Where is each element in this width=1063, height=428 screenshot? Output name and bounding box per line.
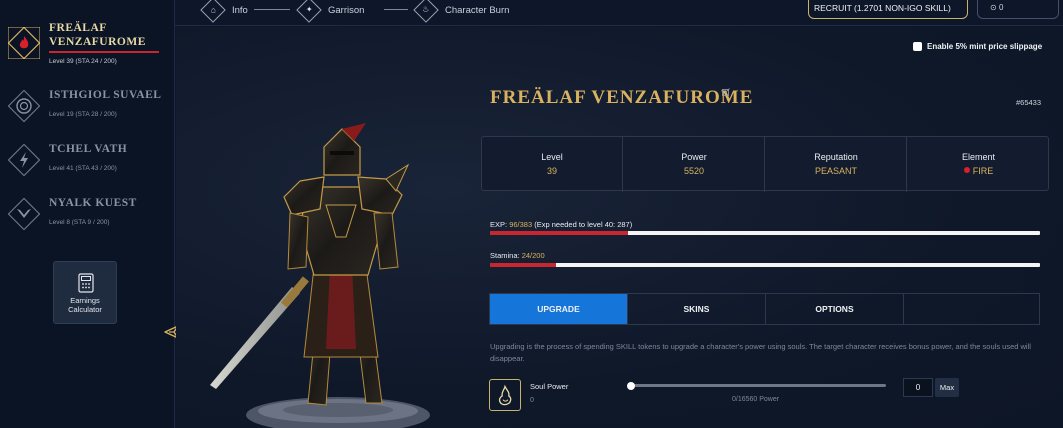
soul-quantity-input[interactable]: [903, 378, 933, 397]
calculator-label-line1: Earnings: [70, 296, 100, 305]
fire-emblem-icon: [8, 27, 40, 59]
exp-bar: [490, 231, 1040, 235]
flame-icon: ♨: [413, 0, 439, 23]
nav-divider: [384, 9, 408, 10]
stamina-bar-fill: [490, 263, 556, 267]
character-name-line1: FREÄLAF: [49, 22, 107, 34]
earnings-calculator-button[interactable]: Earnings Calculator: [53, 261, 117, 324]
stat-value: 5520: [683, 166, 705, 176]
slippage-label: Enable 5% mint price slippage: [927, 42, 1043, 51]
soul-power-label: Soul Power: [530, 382, 569, 391]
crosshair-icon: ✦: [296, 0, 322, 23]
slippage-checkbox[interactable]: [913, 42, 922, 51]
water-emblem-icon: [8, 90, 40, 122]
nav-character-burn-label: Character Burn: [445, 4, 510, 16]
character-level-text: Level 8 (STA 9 / 200): [49, 219, 110, 226]
slippage-toggle[interactable]: Enable 5% mint price slippage: [913, 42, 1042, 51]
stat-reputation: Reputation PEASANT: [766, 137, 907, 192]
active-underline: [49, 51, 159, 53]
sidebar-character-fiealaf[interactable]: FREÄLAF VENZAFUROME Level 39 (STA 24 / 2…: [0, 17, 175, 73]
exp-bar-fill: [490, 231, 628, 235]
character-id: #65433: [1016, 98, 1042, 107]
tab-empty[interactable]: [904, 294, 1042, 324]
stat-value: PEASANT: [814, 166, 857, 176]
nav-character-burn[interactable]: ♨ Character Burn: [413, 0, 510, 23]
soul-icon: [489, 379, 521, 411]
stat-element: Element FIRE: [908, 137, 1049, 192]
character-name: NYALK KUEST: [49, 197, 137, 209]
stat-value-element: FIRE: [908, 166, 1049, 176]
stat-power: Power 5520: [624, 137, 765, 192]
sidebar-character-name: FREÄLAF VENZAFUROME: [49, 21, 146, 49]
knight-character-illustration: [210, 123, 430, 428]
exp-label: EXP: 96/383 (Exp needed to level 40: 287…: [490, 220, 632, 229]
stamina-label: Stamina: 24/200: [490, 251, 545, 260]
character-tabs: UPGRADE SKINS OPTIONS: [489, 293, 1040, 325]
fire-element-icon: [963, 167, 970, 173]
character-level-text: Level 41 (STA 43 / 200): [49, 165, 117, 172]
stat-value: FIRE: [972, 166, 994, 176]
character-stats-panel: Level 39 Power 5520 Reputation PEASANT E…: [481, 136, 1049, 192]
wallet-value: 0: [998, 3, 1004, 12]
character-level-text: Level 19 (STA 28 / 200): [49, 111, 117, 118]
sidebar-character-nyalk[interactable]: NYALK KUEST Level 8 (STA 9 / 200): [0, 192, 175, 248]
stat-value: 39: [546, 166, 557, 176]
slider-handle[interactable]: [627, 381, 635, 390]
tab-skins[interactable]: SKINS: [628, 294, 766, 324]
calculator-label-line2: Calculator: [68, 305, 102, 314]
tab-options[interactable]: OPTIONS: [766, 294, 904, 324]
stamina-bar: [490, 263, 1040, 267]
exp-note: (Exp needed to level 40: 287): [534, 220, 633, 229]
stat-label: Level: [541, 152, 563, 162]
stat-label: Power: [681, 152, 707, 162]
nav-garrison-label: Garrison: [328, 4, 365, 16]
stamina-value: 24/200: [521, 251, 545, 260]
wallet-icon: ⊙: [990, 3, 999, 12]
tab-upgrade[interactable]: UPGRADE: [490, 294, 628, 324]
nav-info-label: Info: [232, 4, 248, 16]
stat-level: Level 39: [482, 137, 623, 192]
character-title: FREÄLAF VENZAFUROME: [490, 87, 754, 108]
character-name: ISTHGIOL SUVAEL: [49, 89, 162, 101]
rename-edit-icon[interactable]: [722, 88, 730, 96]
calculator-icon: [78, 273, 94, 293]
exp-label-text: EXP:: [490, 220, 508, 229]
stat-label: Element: [961, 152, 996, 162]
lightning-emblem-icon: [8, 144, 40, 176]
sidebar-character-isthgiol[interactable]: ISTHGIOL SUVAEL Level 19 (STA 28 / 200): [0, 84, 175, 140]
character-level-text: Level 39 (STA 24 / 200): [49, 58, 117, 65]
upgrade-description: Upgrading is the process of spending SKI…: [490, 342, 1031, 363]
nav-info[interactable]: ⌂ Info: [200, 0, 248, 23]
character-name: TCHEL VATH: [49, 143, 128, 155]
nav-divider: [254, 9, 290, 10]
earnings-calculator-label: Earnings Calculator: [54, 296, 116, 314]
air-emblem-icon: [8, 198, 40, 230]
stamina-label-text: Stamina:: [490, 251, 520, 260]
wallet-balance[interactable]: ⊙ 0: [977, 0, 1059, 19]
max-button[interactable]: Max: [935, 378, 959, 397]
power-progress-text: 0/16560 Power: [732, 396, 780, 403]
nav-garrison[interactable]: ✦ Garrison: [296, 0, 365, 23]
exp-value: 96/383: [509, 220, 533, 229]
soul-amount-slider[interactable]: [627, 381, 886, 390]
soul-power-value: 0: [530, 397, 534, 404]
recruit-button[interactable]: RECRUIT (1.2701 NON-IGO SKILL): [808, 0, 968, 19]
character-sidebar: FREÄLAF VENZAFUROME Level 39 (STA 24 / 2…: [0, 0, 175, 428]
sidebar-character-tchel[interactable]: TCHEL VATH Level 41 (STA 43 / 200): [0, 138, 175, 194]
house-icon: ⌂: [200, 0, 226, 23]
character-name-line2: VENZAFUROME: [49, 36, 146, 48]
stat-label: Reputation: [814, 152, 858, 162]
